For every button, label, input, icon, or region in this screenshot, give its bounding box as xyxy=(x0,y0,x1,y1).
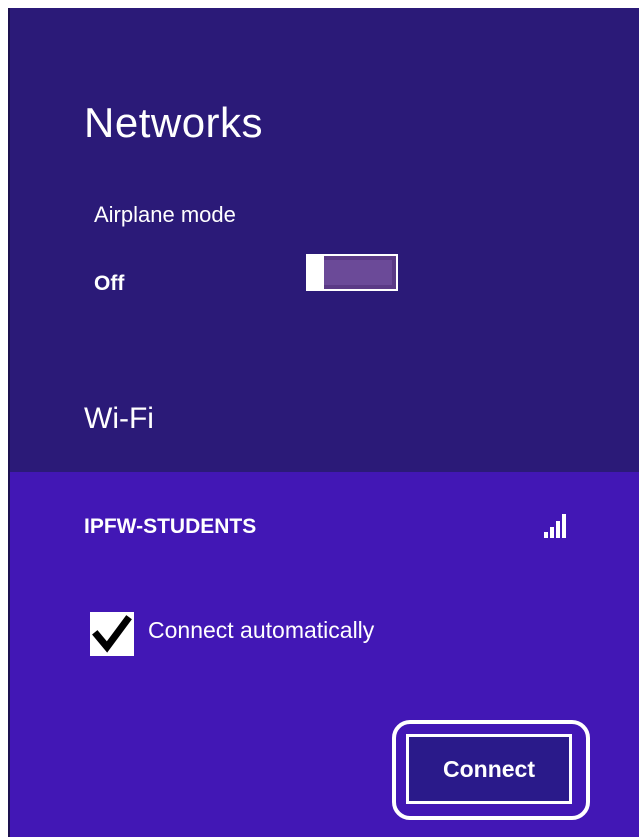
airplane-mode-state: Off xyxy=(94,272,125,295)
connect-automatically-label: Connect automatically xyxy=(148,617,375,643)
airplane-mode-toggle[interactable] xyxy=(306,254,398,291)
toggle-thumb xyxy=(308,256,324,289)
wifi-signal-bars-icon xyxy=(542,510,572,540)
wifi-section-heading: Wi-Fi xyxy=(84,402,154,435)
connect-button[interactable]: Connect xyxy=(406,734,572,804)
networks-panel: Networks Airplane mode Off Wi-Fi IPFW-ST… xyxy=(8,8,639,837)
network-name: IPFW-STUDENTS xyxy=(84,515,257,538)
checkmark-icon xyxy=(92,615,132,653)
connect-automatically-checkbox[interactable] xyxy=(90,612,134,656)
airplane-mode-label: Airplane mode xyxy=(94,202,236,227)
panel-title: Networks xyxy=(84,99,264,146)
network-item-selected[interactable]: IPFW-STUDENTS Connect automatically Conn… xyxy=(10,472,639,837)
toggle-track xyxy=(324,260,392,285)
